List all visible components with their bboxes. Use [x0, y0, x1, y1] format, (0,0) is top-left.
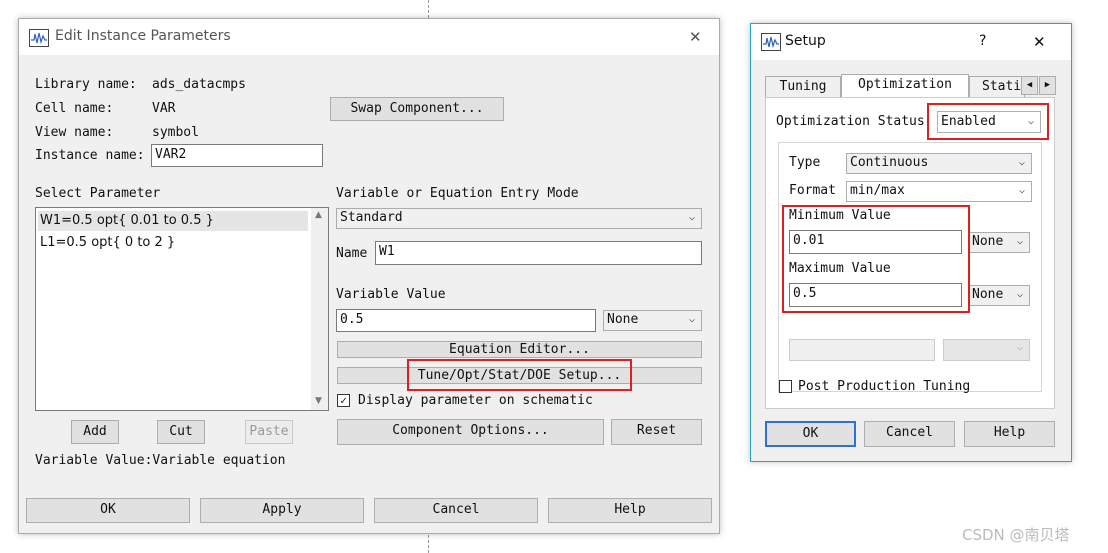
maximum-unit-value: None [972, 287, 1004, 302]
optimization-settings-group: Type Continuous ⌵ Format min/max ⌵ Minim… [778, 142, 1042, 392]
variable-value-input[interactable]: 0.5 [336, 309, 596, 332]
chevron-down-icon: ⌵ [1018, 185, 1025, 196]
csdn-watermark: CSDN @南贝塔 [962, 526, 1070, 544]
entry-mode-select[interactable]: Standard ⌵ [336, 208, 702, 229]
format-select[interactable]: min/max ⌵ [846, 181, 1032, 202]
ok-button[interactable]: OK [26, 498, 190, 523]
variable-unit-select[interactable]: None ⌵ [603, 310, 702, 331]
swap-component-button[interactable]: Swap Component... [330, 97, 504, 121]
paste-button[interactable]: Paste [245, 420, 293, 444]
cancel-button[interactable]: Cancel [374, 498, 538, 523]
apply-button[interactable]: Apply [200, 498, 364, 523]
help-icon[interactable]: ? [979, 33, 986, 49]
edit-dialog-titlebar: Edit Instance Parameters ✕ [19, 19, 719, 55]
tab-scroll-right-icon[interactable]: ▶ [1039, 76, 1056, 95]
view-name-value: symbol [152, 125, 199, 140]
maximum-unit-select[interactable]: None ⌵ [968, 285, 1030, 306]
cut-button[interactable]: Cut [157, 420, 205, 444]
add-button[interactable]: Add [71, 420, 119, 444]
instance-name-label: Instance name: [35, 148, 145, 163]
chevron-down-icon: ⌵ [1016, 342, 1023, 353]
optimization-status-highlight [927, 103, 1049, 140]
chevron-down-icon: ⌵ [1016, 236, 1023, 247]
scroll-down-icon[interactable]: ▼ [315, 396, 322, 406]
chevron-down-icon: ⌵ [1016, 289, 1023, 300]
variable-value-label: Variable Value [336, 287, 446, 302]
post-production-tuning-label: Post Production Tuning [798, 379, 971, 394]
edit-instance-dialog: Edit Instance Parameters ✕ Library name:… [18, 18, 720, 534]
library-name-value: ads_datacmps [152, 77, 246, 92]
display-parameter-label: Display parameter on schematic [358, 393, 593, 408]
instance-name-input[interactable]: VAR2 [151, 144, 323, 167]
tune-button-highlight [407, 359, 632, 391]
minimum-unit-select[interactable]: None ⌵ [968, 232, 1030, 253]
ads-app-icon [29, 29, 49, 47]
help-button[interactable]: Help [548, 498, 712, 523]
tab-statistics[interactable]: Stati [969, 76, 1025, 98]
post-production-tuning-checkbox[interactable] [779, 380, 792, 393]
select-parameter-label: Select Parameter [35, 186, 161, 201]
component-options-button[interactable]: Component Options... [337, 419, 604, 445]
equation-editor-button[interactable]: Equation Editor... [337, 341, 702, 358]
chevron-down-icon: ⌵ [688, 314, 695, 325]
library-name-label: Library name: [35, 77, 137, 92]
setup-dialog-title: Setup [785, 33, 826, 49]
list-item[interactable]: L1=0.5 opt{ 0 to 2 } [38, 233, 175, 253]
tab-optimization[interactable]: Optimization [841, 74, 969, 98]
cell-name-label: Cell name: [35, 101, 114, 116]
ads-app-icon [761, 33, 781, 51]
help-button[interactable]: Help [964, 421, 1055, 447]
optimization-status-label: Optimization Status [776, 114, 925, 129]
type-select[interactable]: Continuous ⌵ [846, 153, 1032, 174]
entry-mode-value: Standard [340, 210, 403, 225]
disabled-select: ⌵ [943, 339, 1030, 361]
chevron-down-icon: ⌵ [1018, 157, 1025, 168]
variable-unit-value: None [607, 312, 639, 327]
minimum-unit-value: None [972, 234, 1004, 249]
min-max-highlight [782, 205, 970, 313]
view-name-label: View name: [35, 125, 114, 140]
scrollbar[interactable]: ▲ ▼ [311, 208, 328, 410]
ok-button[interactable]: OK [765, 421, 856, 447]
tab-scroll-left-icon[interactable]: ◀ [1021, 76, 1038, 95]
display-parameter-checkbox[interactable]: ✓ [337, 394, 350, 407]
close-icon[interactable]: ✕ [689, 28, 702, 46]
status-text: Variable Value:Variable equation [35, 453, 286, 468]
parameter-list[interactable]: W1=0.5 opt{ 0.01 to 0.5 } L1=0.5 opt{ 0 … [35, 207, 329, 411]
entry-mode-label: Variable or Equation Entry Mode [336, 186, 579, 201]
cell-name-value: VAR [152, 101, 176, 116]
name-label: Name [336, 246, 368, 261]
setup-dialog-titlebar: Setup ? ✕ [751, 24, 1071, 60]
close-icon[interactable]: ✕ [1033, 33, 1046, 51]
reset-button[interactable]: Reset [611, 419, 702, 445]
type-label: Type [789, 155, 821, 170]
disabled-input [789, 339, 935, 361]
format-label: Format [789, 183, 836, 198]
scroll-up-icon[interactable]: ▲ [315, 210, 322, 220]
cancel-button[interactable]: Cancel [864, 421, 955, 447]
chevron-down-icon: ⌵ [688, 212, 695, 223]
edit-dialog-title: Edit Instance Parameters [55, 28, 231, 44]
optimization-panel: Optimization Status Enabled ⌵ Type Conti… [765, 97, 1055, 409]
name-input[interactable]: W1 [375, 241, 702, 265]
tab-tuning[interactable]: Tuning [765, 76, 841, 98]
setup-dialog: Setup ? ✕ Tuning Optimization Stati ◀ ▶ … [750, 23, 1072, 462]
list-item[interactable]: W1=0.5 opt{ 0.01 to 0.5 } [38, 211, 308, 231]
format-value: min/max [850, 183, 905, 198]
type-value: Continuous [850, 155, 929, 170]
